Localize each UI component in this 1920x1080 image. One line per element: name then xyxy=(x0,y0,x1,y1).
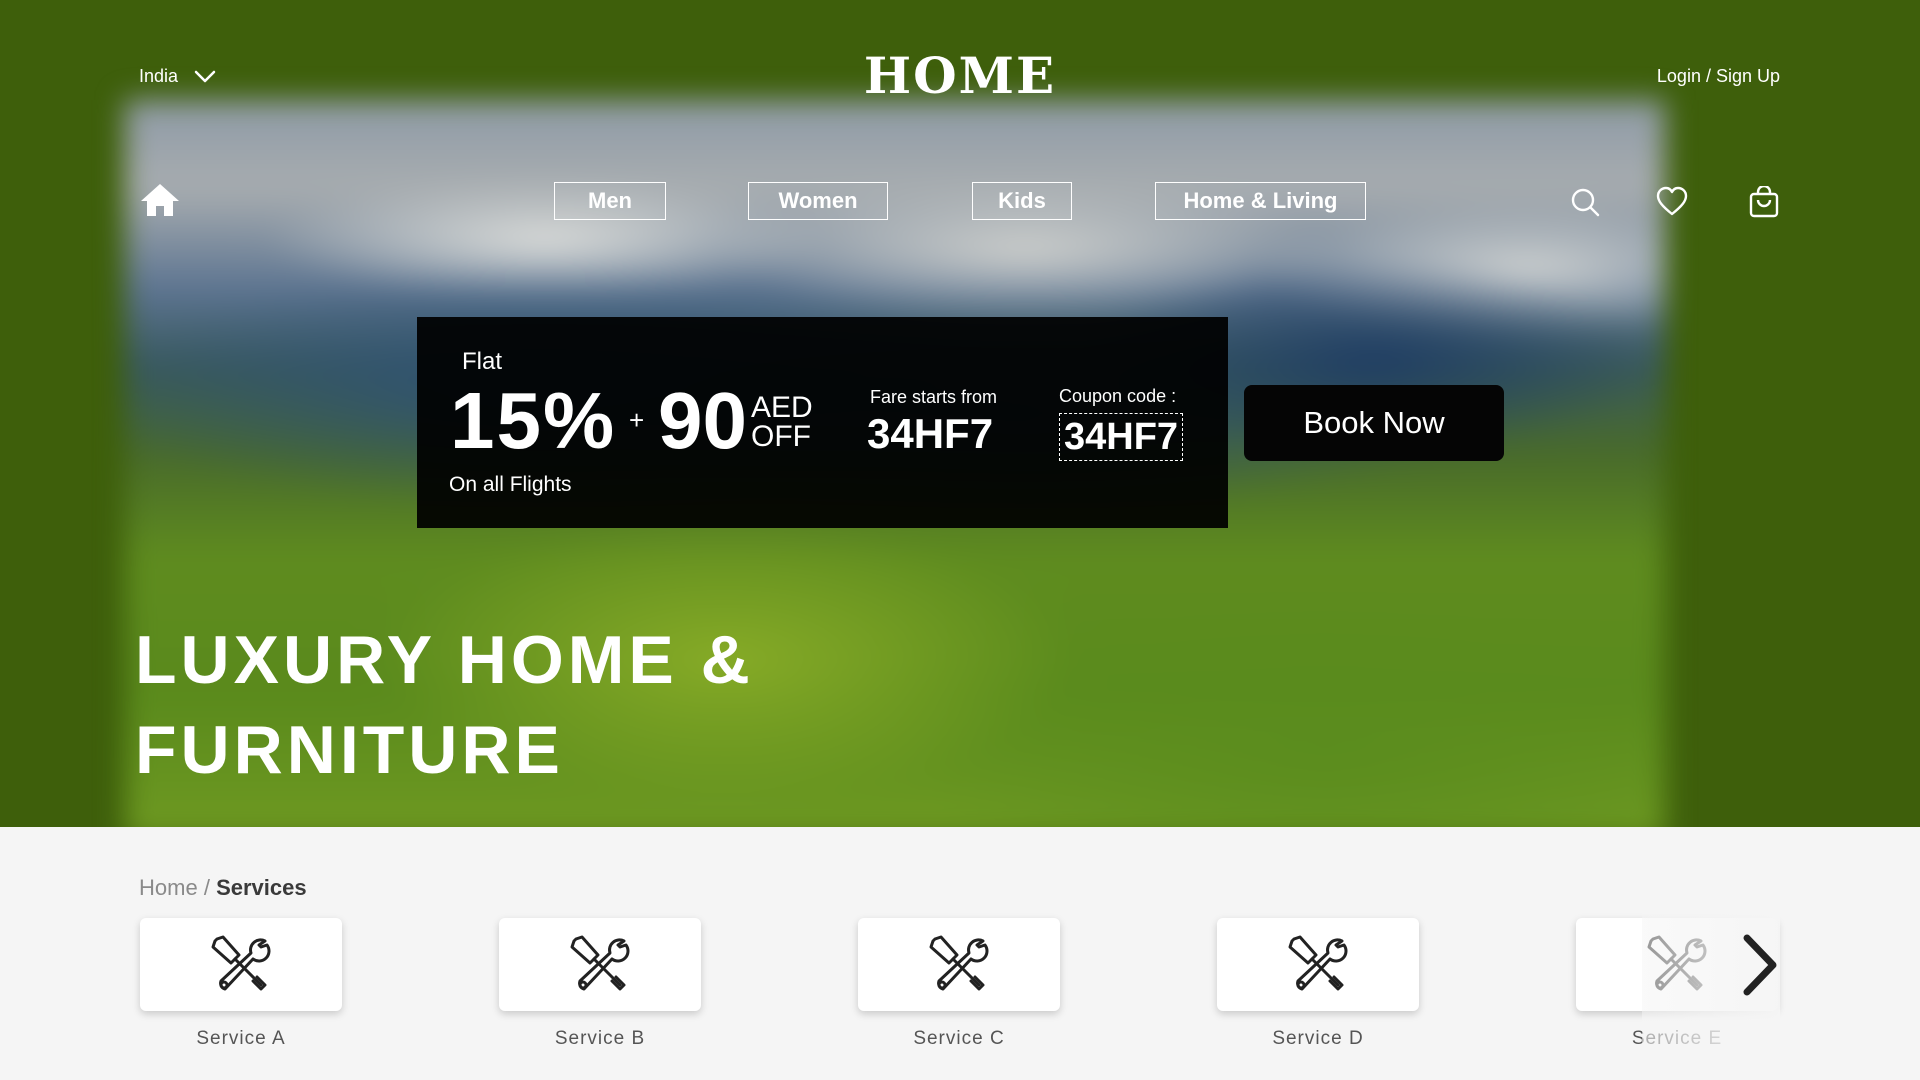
promo-flat-label: Flat xyxy=(462,348,503,375)
promo-offer-panel: Flat 15% + 90 AED OFF On all Flights Far… xyxy=(417,317,1228,528)
heart-icon[interactable] xyxy=(1656,186,1688,218)
book-now-button[interactable]: Book Now xyxy=(1244,385,1504,461)
hero-headline-line2: FURNITURE xyxy=(135,712,564,788)
service-label: Service A xyxy=(196,1028,286,1049)
breadcrumb-home[interactable]: Home xyxy=(139,875,198,900)
service-card-b[interactable]: Service B xyxy=(499,918,701,1050)
site-logo[interactable]: HOME xyxy=(0,46,1920,105)
hero-headline-line1: LUXURY HOME & xyxy=(135,622,754,698)
service-label: Service C xyxy=(913,1028,1005,1049)
service-card-box[interactable] xyxy=(499,918,701,1011)
tools-icon xyxy=(211,935,271,990)
tools-icon xyxy=(570,935,630,990)
promo-off: OFF xyxy=(751,420,811,453)
shopping-bag-icon[interactable] xyxy=(1748,186,1780,218)
nav-kids[interactable]: Kids xyxy=(972,182,1072,220)
home-icon[interactable] xyxy=(139,182,181,218)
service-card-d[interactable]: Service D xyxy=(1217,918,1419,1050)
promo-percent: 15% xyxy=(450,376,617,465)
chevron-right-icon[interactable] xyxy=(1735,930,1785,1000)
hero-headline: LUXURY HOME & FURNITURE xyxy=(135,615,754,795)
service-card-box[interactable] xyxy=(140,918,342,1011)
coupon-label: Coupon code : xyxy=(1059,386,1177,406)
promo-plus: + xyxy=(629,405,645,435)
breadcrumb-current: Services xyxy=(216,875,307,900)
breadcrumb: Home / Services xyxy=(139,875,307,901)
hero-banner: India HOME Login / Sign Up Men Women Kid… xyxy=(0,0,1920,827)
promo-amount: 90 xyxy=(658,376,747,465)
fare-value: 34HF7 xyxy=(867,410,994,457)
breadcrumb-separator: / xyxy=(203,875,210,900)
tools-icon xyxy=(929,935,989,990)
tools-icon xyxy=(1288,935,1348,990)
search-icon[interactable] xyxy=(1569,186,1601,218)
service-card-a[interactable]: Service A xyxy=(140,918,342,1050)
login-signup-link[interactable]: Login / Sign Up xyxy=(1657,66,1780,87)
service-label: Service B xyxy=(554,1028,646,1049)
service-card-c[interactable]: Service C xyxy=(858,918,1060,1050)
service-label: Service D xyxy=(1272,1028,1364,1049)
nav-women[interactable]: Women xyxy=(748,182,888,220)
fare-label: Fare starts from xyxy=(870,387,998,407)
nav-men[interactable]: Men xyxy=(554,182,666,220)
nav-home-living[interactable]: Home & Living xyxy=(1155,182,1366,220)
service-card-box[interactable] xyxy=(1217,918,1419,1011)
service-card-box[interactable] xyxy=(858,918,1060,1011)
coupon-code[interactable]: 34HF7 xyxy=(1059,413,1184,461)
promo-subtitle: On all Flights xyxy=(449,473,572,496)
